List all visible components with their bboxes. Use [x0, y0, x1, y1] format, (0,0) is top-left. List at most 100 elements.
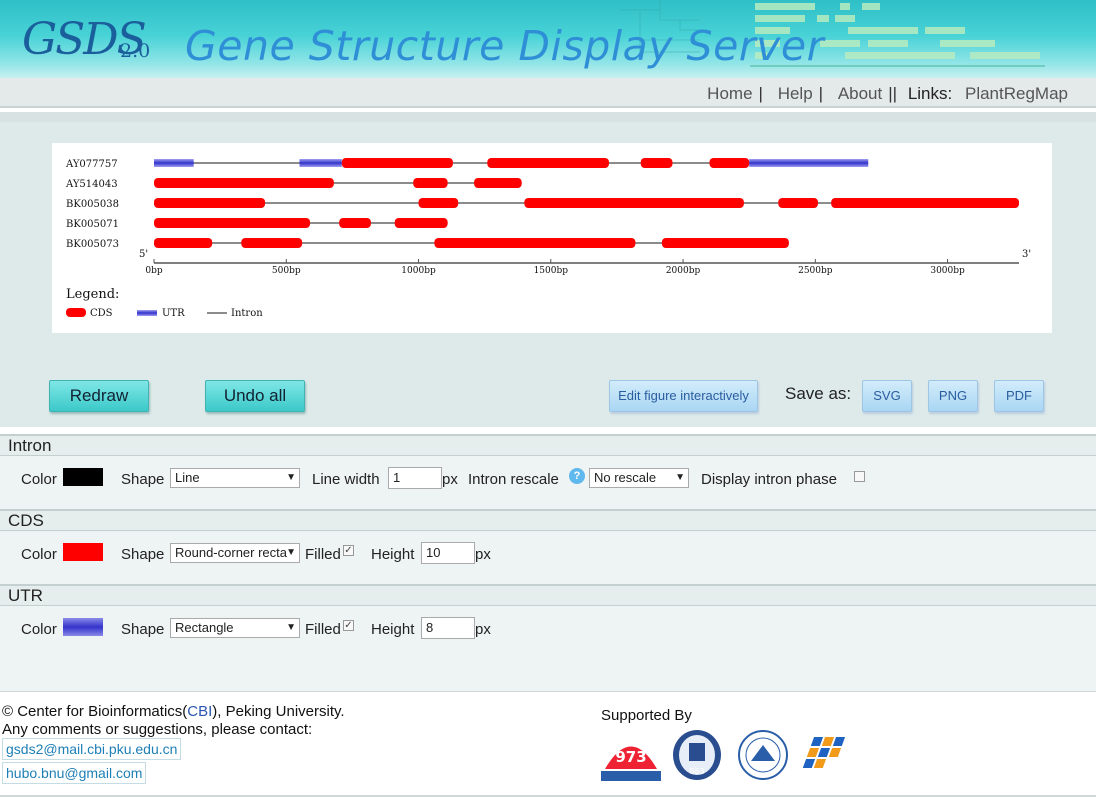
save-as-label: Save as: — [785, 384, 852, 403]
nav-home-link[interactable]: Home — [707, 84, 752, 103]
program-973-logo: 973 — [601, 729, 661, 781]
axis-tick-label: 2000bp — [666, 266, 701, 276]
email-link-hubo[interactable]: hubo.bnu@gmail.com — [2, 762, 147, 784]
cds-block — [154, 198, 266, 208]
cds-block — [339, 218, 371, 228]
cds-block — [341, 158, 453, 168]
contact-text: Any comments or suggestions, please cont… — [2, 721, 313, 738]
cds-settings: Color Shape Round-corner recta ▼ Filled ✓… — [0, 531, 1096, 585]
utr-filled-checkbox[interactable]: ✓ — [343, 620, 354, 631]
utr-color-swatch[interactable] — [63, 618, 103, 636]
cds-color-label: Color — [21, 546, 57, 563]
cds-block — [524, 198, 744, 208]
intron-shape-label: Shape — [121, 471, 165, 488]
cds-block — [661, 238, 789, 248]
supported-by-label: Supported By — [601, 707, 692, 724]
cds-block — [474, 178, 522, 188]
figure-preview-panel: AY077757 AY514043 BK005038 BK005071 BK005073… — [0, 122, 1096, 427]
cds-block — [778, 198, 818, 208]
cds-filled-checkbox[interactable]: ✓ — [343, 545, 354, 556]
five-prime-label: 5' — [139, 249, 148, 260]
footer-divider — [0, 676, 1096, 692]
utr-height-unit: px — [475, 621, 491, 638]
intron-rescale-select[interactable]: No rescale ▼ — [589, 468, 689, 488]
axis-tick-label: 3000bp — [930, 266, 965, 276]
cds-height-input[interactable]: 10 — [421, 542, 475, 564]
gene-structure-svg: AY077757 AY514043 BK005038 BK005071 BK005073… — [65, 158, 1031, 319]
intron-rescale-label: Intron rescale — [468, 471, 559, 488]
cds-block — [154, 178, 334, 188]
nav-plantregmap-link[interactable]: PlantRegMap — [965, 84, 1068, 103]
utr-height-input[interactable]: 8 — [421, 617, 475, 639]
edit-interactively-button[interactable]: Edit figure interactively — [609, 380, 758, 412]
save-svg-button[interactable]: SVG — [862, 380, 912, 412]
header-banner: GSDS 2.0 Gene Structure Display Server — [0, 0, 1096, 78]
gene-label: AY514043 — [65, 179, 118, 190]
intron-settings: Color Shape Line ▼ Line width 1 px Intron… — [0, 456, 1096, 510]
cds-shape-select[interactable]: Round-corner recta ▼ — [170, 543, 300, 563]
cds-color-swatch[interactable] — [63, 543, 103, 561]
utr-shape-label: Shape — [121, 621, 165, 638]
gene-label: BK005038 — [66, 199, 119, 210]
gene-label: BK005071 — [66, 219, 119, 230]
legend-utr-label: UTR — [162, 308, 185, 319]
legend-cds-label: CDS — [90, 308, 113, 319]
logo-973-text: 973 — [615, 748, 646, 766]
site-title: Gene Structure Display Server — [185, 22, 825, 70]
nav-help-link[interactable]: Help — [778, 84, 813, 103]
intron-color-label: Color — [21, 471, 57, 488]
cds-block — [487, 158, 609, 168]
divider-strip — [0, 112, 1096, 122]
save-png-button[interactable]: PNG — [928, 380, 978, 412]
gsds-logo-version: 2.0 — [120, 40, 151, 62]
gene-label: BK005073 — [66, 239, 119, 250]
utr-section-header: UTR — [0, 584, 1096, 606]
cds-block — [241, 238, 303, 248]
logo-863-text: 863 — [689, 767, 704, 776]
save-pdf-button[interactable]: PDF — [994, 380, 1044, 412]
legend-cds-swatch — [66, 308, 86, 317]
legend-intron-label: Intron — [231, 308, 263, 319]
cds-height-label: Height — [371, 546, 415, 563]
gene-structure-figure: AY077757 AY514043 BK005038 BK005071 BK005073… — [52, 143, 1052, 333]
legend-utr-swatch — [137, 310, 157, 316]
utr-block — [154, 159, 194, 167]
nav-bar: Home | Help | About || Links: PlantRegMap — [0, 78, 1096, 108]
cds-block — [154, 218, 311, 228]
nav-links-label: Links: — [907, 84, 953, 103]
copyright-text: © Center for Bioinformatics(CBI), Peking… — [2, 703, 345, 720]
email-link-gsds[interactable]: gsds2@mail.cbi.pku.edu.cn — [2, 738, 182, 760]
redraw-button[interactable]: Redraw — [49, 380, 149, 412]
cds-block — [831, 198, 1019, 208]
cds-height-unit: px — [475, 546, 491, 563]
undo-all-button[interactable]: Undo all — [205, 380, 305, 412]
cds-section-header: CDS — [0, 509, 1096, 531]
three-prime-label: 3' — [1022, 249, 1031, 260]
nav-separator: | — [818, 84, 824, 103]
gene-label: AY077757 — [65, 159, 118, 170]
utr-shape-select[interactable]: Rectangle ▼ — [170, 618, 300, 638]
line-width-unit: px — [442, 471, 458, 488]
help-icon[interactable]: ? — [569, 468, 585, 484]
utr-height-label: Height — [371, 621, 415, 638]
cds-block — [394, 218, 448, 228]
utr-block — [749, 159, 869, 167]
axis-tick-label: 0bp — [145, 266, 162, 276]
cds-filled-label: Filled — [305, 546, 341, 563]
intron-section-header: Intron — [0, 434, 1096, 456]
utr-color-label: Color — [21, 621, 57, 638]
cbi-link[interactable]: CBI — [187, 703, 212, 720]
nav-about-link[interactable]: About — [838, 84, 882, 103]
utr-settings: Color Shape Rectangle ▼ Filled ✓ Height 8… — [0, 606, 1096, 676]
intron-shape-select[interactable]: Line ▼ — [170, 468, 300, 488]
utr-block — [299, 159, 342, 167]
intron-color-swatch[interactable] — [63, 468, 103, 486]
cds-block — [709, 158, 750, 168]
top-nav: Home | Help | About || Links: PlantRegMap — [703, 84, 1068, 104]
axis-tick-label: 2500bp — [798, 266, 833, 276]
legend-title: Legend: — [66, 287, 119, 302]
intron-phase-checkbox[interactable] — [854, 471, 865, 482]
cds-block — [640, 158, 673, 168]
cds-block — [434, 238, 636, 248]
line-width-input[interactable]: 1 — [388, 467, 442, 489]
